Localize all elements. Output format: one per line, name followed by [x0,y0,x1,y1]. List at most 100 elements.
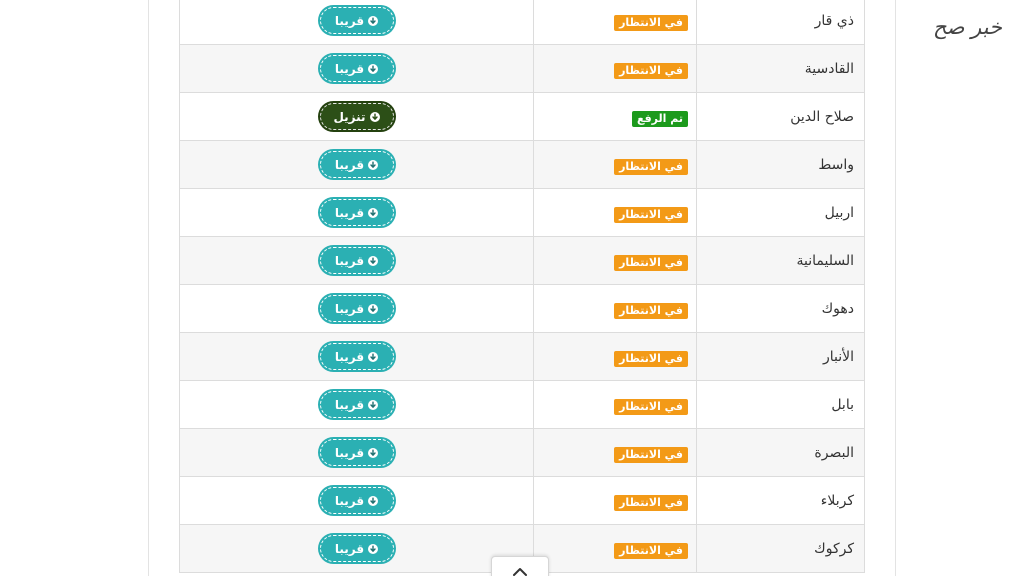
governorate-cell: ذي قار [696,0,865,45]
table-row: صلاح الدين تم الرفع تنزيل [179,92,865,141]
governorate-cell: البصرة [696,428,865,477]
governorate-cell: كربلاء [696,476,865,525]
status-badge: في الانتظار [614,398,688,415]
status-cell: في الانتظار [533,44,697,93]
governorate-name: كركوك [814,540,854,557]
status-badge: في الانتظار [614,446,688,463]
page: خبر صح ذي قار في الانتظار قريبا القادسية… [0,0,1024,576]
action-cell: قريبا [179,332,534,381]
action-label: تنزيل [333,109,366,124]
result-action-button[interactable]: قريبا [319,7,394,34]
status-cell: في الانتظار [533,284,697,333]
status-badge: في الانتظار [614,158,688,175]
arrow-down-circle-icon [368,15,379,26]
action-cell: قريبا [179,0,534,45]
status-badge: في الانتظار [614,254,688,271]
governorate-name: السليمانية [796,252,855,269]
table-row: القادسية في الانتظار قريبا [179,44,865,93]
status-cell: في الانتظار [533,524,697,573]
arrow-down-circle-icon [368,399,379,410]
action-cell: قريبا [179,524,534,573]
status-badge: تم الرفع [631,110,688,127]
table-row: ذي قار في الانتظار قريبا [179,0,865,45]
status-cell: تم الرفع [533,92,697,141]
governorate-cell: القادسية [696,44,865,93]
governorate-name: صلاح الدين [790,108,854,125]
governorate-name: الأنبار [822,348,854,365]
status-badge: في الانتظار [614,302,688,319]
chevron-up-icon [513,568,527,576]
governorate-name: البصرة [814,444,854,461]
status-cell: في الانتظار [533,140,697,189]
governorate-cell: اربيل [696,188,865,237]
governorate-name: ذي قار [814,12,854,29]
status-badge: في الانتظار [614,494,688,511]
action-label: قريبا [334,541,365,556]
action-label: قريبا [334,301,365,316]
result-action-button[interactable]: قريبا [319,151,394,178]
result-action-button[interactable]: قريبا [319,391,394,418]
result-action-button[interactable]: قريبا [319,487,394,514]
arrow-down-circle-icon [368,159,379,170]
action-label: قريبا [334,493,365,508]
result-action-button[interactable]: قريبا [319,199,394,226]
governorate-cell: دهوك [696,284,865,333]
arrow-down-circle-icon [368,207,379,218]
governorate-name: دهوك [821,300,854,317]
arrow-down-circle-icon [368,255,379,266]
table-row: دهوك في الانتظار قريبا [179,284,865,333]
site-watermark: خبر صح [933,15,1002,39]
results-table-body: ذي قار في الانتظار قريبا القادسية في الا… [179,0,865,573]
arrow-down-circle-icon [368,447,379,458]
action-label: قريبا [334,13,365,28]
status-badge: في الانتظار [614,542,688,559]
action-cell: قريبا [179,380,534,429]
governorate-cell: كركوك [696,524,865,573]
governorate-name: القادسية [804,60,854,77]
action-cell: قريبا [179,284,534,333]
action-cell: قريبا [179,476,534,525]
scroll-to-top-button[interactable] [491,556,549,576]
table-row: بابل في الانتظار قريبا [179,380,865,429]
action-label: قريبا [334,349,365,364]
table-row: البصرة في الانتظار قريبا [179,428,865,477]
table-row: السليمانية في الانتظار قريبا [179,236,865,285]
results-table: ذي قار في الانتظار قريبا القادسية في الا… [179,0,865,573]
status-badge: في الانتظار [614,62,688,79]
governorate-cell: بابل [696,380,865,429]
result-action-button[interactable]: قريبا [319,343,394,370]
status-cell: في الانتظار [533,0,697,45]
action-cell: قريبا [179,236,534,285]
arrow-down-circle-icon [369,111,380,122]
action-label: قريبا [334,157,365,172]
table-row: الأنبار في الانتظار قريبا [179,332,865,381]
table-row: اربيل في الانتظار قريبا [179,188,865,237]
governorate-cell: صلاح الدين [696,92,865,141]
governorate-name: بابل [831,396,854,413]
arrow-down-circle-icon [368,303,379,314]
result-action-button[interactable]: قريبا [319,295,394,322]
result-action-button[interactable]: قريبا [319,247,394,274]
status-cell: في الانتظار [533,428,697,477]
governorate-name: كربلاء [820,492,854,509]
result-action-button[interactable]: قريبا [319,535,394,562]
governorate-cell: السليمانية [696,236,865,285]
status-cell: في الانتظار [533,236,697,285]
governorate-name: واسط [818,156,854,173]
action-label: قريبا [334,445,365,460]
action-cell: تنزيل [179,92,534,141]
action-label: قريبا [334,205,365,220]
result-action-button[interactable]: قريبا [319,55,394,82]
status-cell: في الانتظار [533,476,697,525]
result-action-button[interactable]: تنزيل [319,103,394,130]
status-cell: في الانتظار [533,332,697,381]
governorate-cell: الأنبار [696,332,865,381]
action-cell: قريبا [179,140,534,189]
status-badge: في الانتظار [614,14,688,31]
action-label: قريبا [334,61,365,76]
action-label: قريبا [334,397,365,412]
governorate-cell: واسط [696,140,865,189]
arrow-down-circle-icon [368,351,379,362]
action-cell: قريبا [179,188,534,237]
result-action-button[interactable]: قريبا [319,439,394,466]
